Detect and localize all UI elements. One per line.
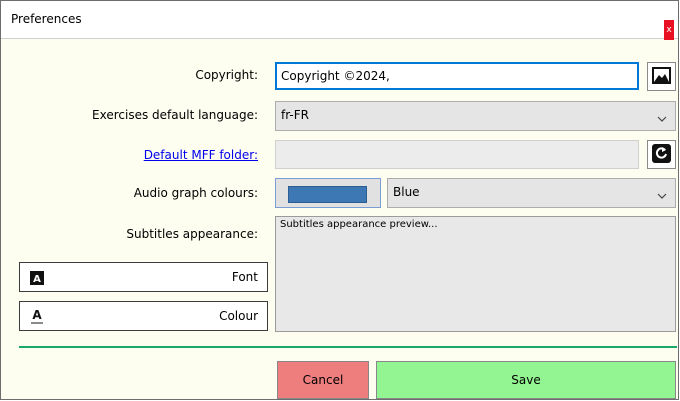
chevron-down-icon <box>657 188 667 202</box>
preferences-dialog: Preferences x Copyright: Copyright ©2024… <box>0 0 679 400</box>
cancel-button[interactable]: Cancel <box>277 361 369 399</box>
text-colour-icon: A <box>30 308 44 329</box>
font-icon: A <box>30 271 44 288</box>
copyright-image-button[interactable] <box>647 62 676 91</box>
copyright-input[interactable]: Copyright ©2024, <box>275 62 639 90</box>
svg-text:A: A <box>32 308 42 322</box>
audio-colour-select[interactable]: Blue <box>387 178 676 208</box>
audio-colour-swatch-button[interactable] <box>275 178 381 208</box>
font-button[interactable]: A Font <box>19 262 268 292</box>
font-button-label: Font <box>231 270 258 284</box>
language-label: Exercises default language: <box>92 108 258 122</box>
chevron-down-icon <box>657 111 667 125</box>
language-select[interactable]: fr-FR <box>275 101 676 131</box>
mff-folder-input[interactable] <box>275 140 639 169</box>
copyright-label: Copyright: <box>195 68 258 82</box>
mff-folder-reset-button[interactable] <box>647 140 676 169</box>
title-bar: Preferences x <box>1 1 678 40</box>
subtitles-preview: Subtitles appearance preview... <box>275 216 676 332</box>
audio-colour-value: Blue <box>393 185 420 199</box>
language-value: fr-FR <box>281 108 309 122</box>
subtitles-appearance-label: Subtitles appearance: <box>126 227 258 241</box>
colour-swatch <box>288 186 367 203</box>
colour-button-label: Colour <box>219 309 258 323</box>
reset-icon <box>651 143 672 167</box>
window-title: Preferences <box>11 12 82 26</box>
divider <box>19 346 677 348</box>
close-button[interactable]: x <box>664 20 674 40</box>
svg-text:A: A <box>33 274 41 285</box>
audio-graph-colours-label: Audio graph colours: <box>133 186 258 200</box>
default-mff-folder-link[interactable]: Default MFF folder: <box>144 148 258 162</box>
save-button[interactable]: Save <box>376 361 676 399</box>
colour-button[interactable]: A Colour <box>19 301 268 331</box>
image-icon <box>651 66 672 88</box>
